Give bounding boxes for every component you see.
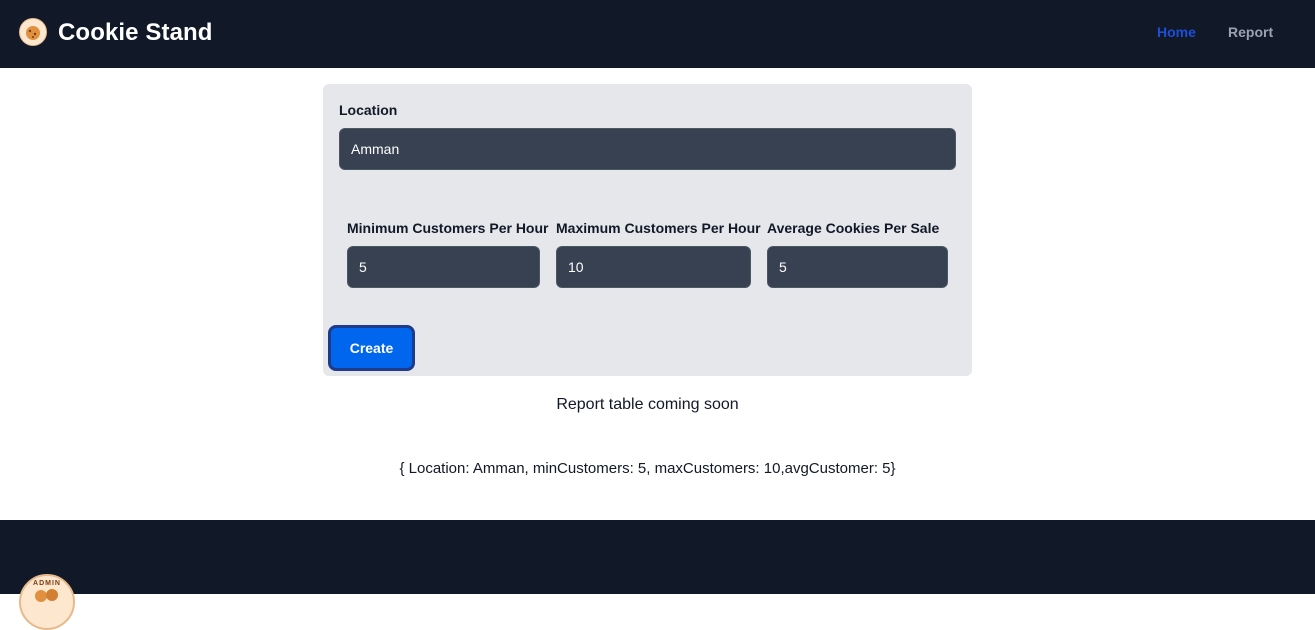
- max-customers-label: Maximum Customers Per Hour: [556, 220, 761, 236]
- min-customers-input[interactable]: 5: [347, 246, 540, 288]
- nav-link-report[interactable]: Report: [1228, 24, 1273, 41]
- admin-cookie-logo-icon: ADMIN: [19, 574, 75, 630]
- nav-link-home[interactable]: Home: [1157, 24, 1196, 41]
- min-customers-label: Minimum Customers Per Hour: [347, 220, 549, 236]
- avg-cookies-label: Average Cookies Per Sale: [767, 220, 940, 236]
- location-label: Location: [339, 102, 398, 118]
- cookie-logo-icon: [19, 18, 47, 46]
- location-input[interactable]: Amman: [339, 128, 956, 170]
- create-button[interactable]: Create: [328, 325, 415, 371]
- brand-title: Cookie Stand: [58, 19, 213, 46]
- avg-cookies-input[interactable]: 5: [767, 246, 948, 288]
- page-footer: ADMIN: [0, 520, 1315, 630]
- stand-summary-text: { Location: Amman, minCustomers: 5, maxC…: [399, 460, 896, 477]
- report-status-text: Report table coming soon: [556, 396, 739, 413]
- max-customers-input[interactable]: 10: [556, 246, 751, 288]
- top-navbar: Cookie Stand Home Report: [0, 0, 1315, 68]
